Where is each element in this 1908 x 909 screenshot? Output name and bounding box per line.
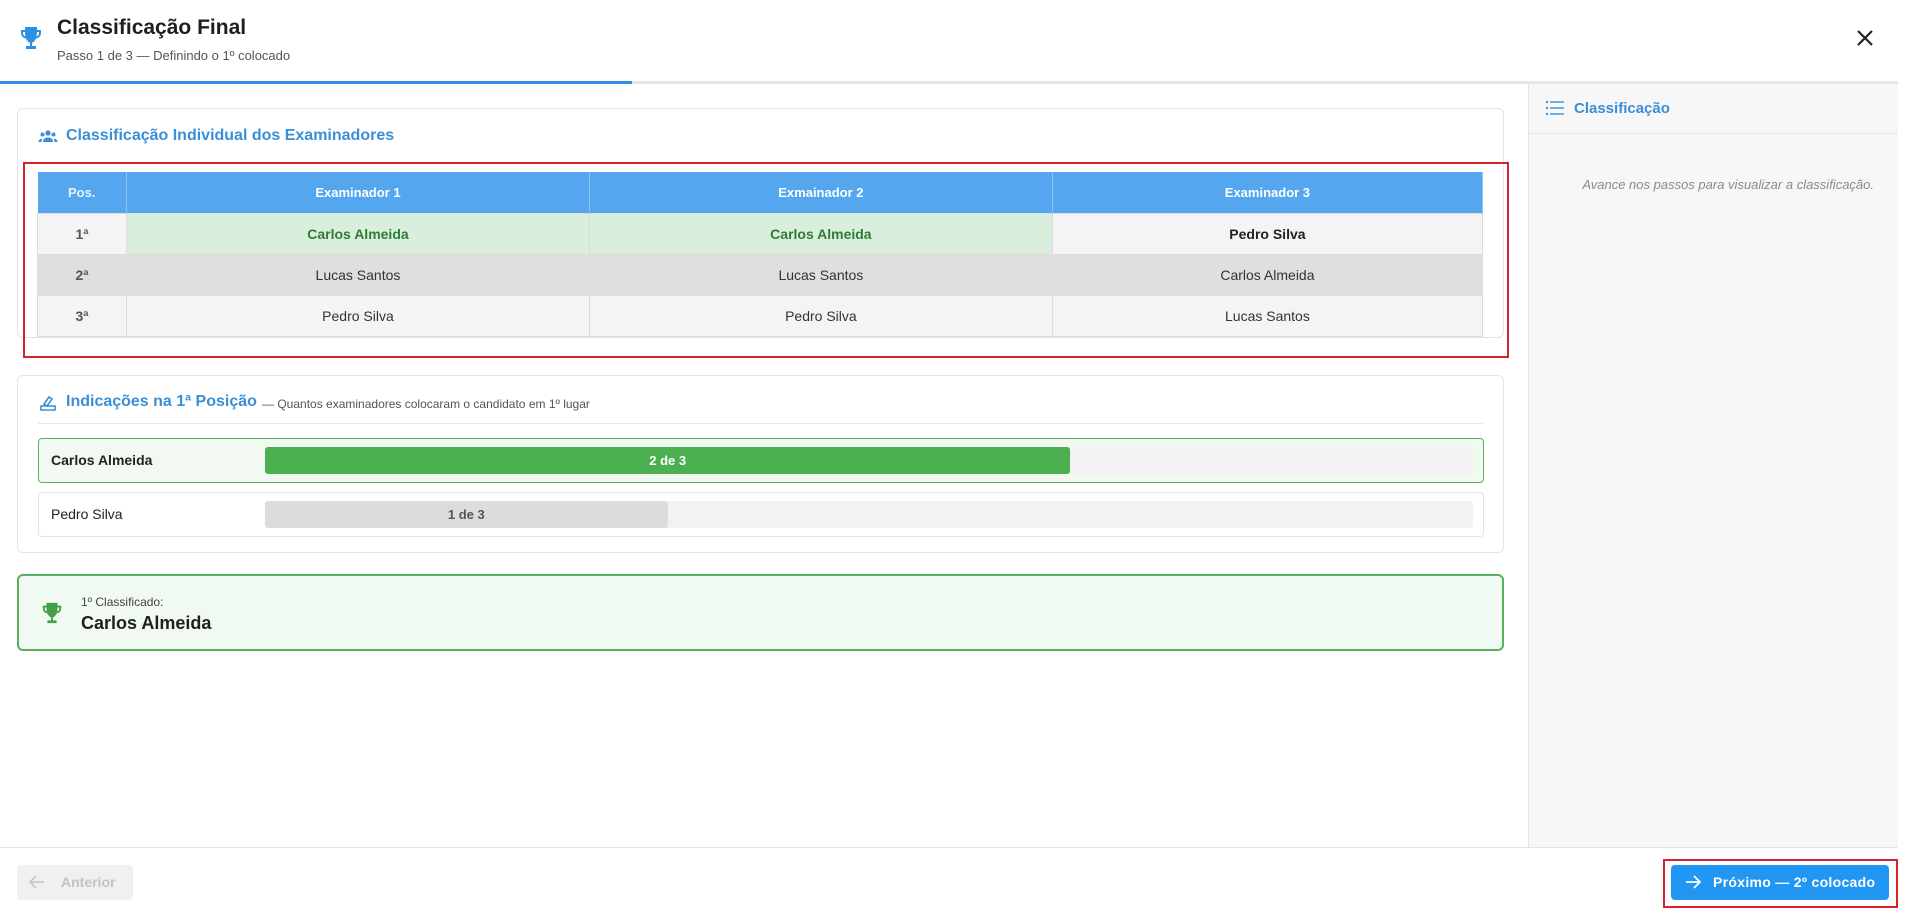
side-panel-title: Classificação: [1574, 100, 1670, 117]
vote-bar-fill: 2 de 3: [265, 447, 1071, 474]
previous-button[interactable]: Anterior: [17, 865, 133, 900]
table-cell: Carlos Almeida: [1051, 253, 1484, 296]
column-header-examiner-1: Examinador 1: [126, 172, 590, 213]
position-cell: 3ª: [37, 294, 127, 337]
indications-title: Indicações na 1ª Posição: [66, 393, 257, 410]
vote-candidate-name: Pedro Silva: [51, 506, 123, 522]
table-cell: Pedro Silva: [126, 294, 590, 337]
examiner-ranking-table: Pos. Examinador 1 Exmainador 2 Examinado…: [37, 172, 1484, 337]
first-place-indications-card: Indicações na 1ª Posição — Quantos exami…: [17, 375, 1504, 553]
table-cell: Lucas Santos: [588, 253, 1053, 296]
trophy-icon: [21, 27, 41, 49]
next-button-label: Próximo — 2º colocado: [1713, 874, 1876, 890]
classification-side-panel: Classificação Avance nos passos para vis…: [1528, 84, 1898, 847]
divider: [38, 423, 1483, 424]
column-header-examiner-2: Exmainador 2: [589, 172, 1053, 213]
dialog-header: Classificação Final Passo 1 de 3 — Defin…: [0, 0, 1898, 82]
indications-note: — Quantos examinadores colocaram o candi…: [262, 397, 590, 411]
position-cell: 1ª: [37, 212, 127, 255]
table-cell: Pedro Silva: [588, 294, 1053, 337]
table-row: 2ª Lucas Santos Lucas Santos Carlos Alme…: [37, 253, 1484, 296]
vote-row: Pedro Silva 1 de 3: [38, 492, 1484, 537]
previous-button-label: Anterior: [61, 874, 116, 890]
result-value: Carlos Almeida: [81, 613, 212, 633]
position-cell: 2ª: [37, 253, 127, 296]
table-row: 3ª Pedro Silva Pedro Silva Lucas Santos: [37, 294, 1484, 337]
vote-bar-track: 1 de 3: [265, 501, 1473, 528]
dialog-footer: Anterior Próximo — 2º colocado: [0, 847, 1898, 909]
table-header-row: Pos. Examinador 1 Exmainador 2 Examinado…: [37, 172, 1484, 213]
table-cell: Lucas Santos: [1051, 294, 1484, 337]
arrow-right-icon: [1686, 875, 1701, 889]
list-icon: [1546, 101, 1564, 115]
table-cell: Lucas Santos: [126, 253, 590, 296]
vote-bar-track: 2 de 3: [265, 447, 1473, 474]
table-row: 1ª Carlos Almeida Carlos Almeida Pedro S…: [37, 212, 1484, 255]
close-icon[interactable]: [1853, 26, 1877, 50]
result-label: 1º Classificado:: [81, 595, 164, 609]
vote-row-leader: Carlos Almeida 2 de 3: [38, 438, 1484, 483]
step-subtitle: Passo 1 de 3 — Definindo o 1º colocado: [57, 48, 291, 63]
vote-bar-fill: 1 de 3: [265, 501, 668, 528]
side-panel-header: Classificação: [1529, 84, 1898, 134]
page-title: Classificação Final: [57, 16, 247, 39]
side-panel-empty-text: Avance nos passos para visualizar a clas…: [1582, 177, 1874, 192]
table-cell: Carlos Almeida: [126, 212, 590, 255]
vote-icon: [40, 395, 56, 411]
next-button[interactable]: Próximo — 2º colocado: [1671, 865, 1889, 900]
vote-candidate-name: Carlos Almeida: [51, 452, 153, 468]
column-header-examiner-3: Examinador 3: [1052, 172, 1484, 213]
table-cell: Pedro Silva: [1051, 212, 1484, 255]
individual-ranking-title: Classificação Individual dos Examinadore…: [66, 127, 395, 144]
group-icon: [38, 130, 58, 142]
arrow-left-icon: [29, 875, 44, 889]
table-cell: Carlos Almeida: [588, 212, 1053, 255]
first-place-result-card: 1º Classificado: Carlos Almeida: [17, 574, 1504, 651]
trophy-icon: [42, 602, 62, 624]
column-header-pos: Pos.: [37, 172, 127, 213]
